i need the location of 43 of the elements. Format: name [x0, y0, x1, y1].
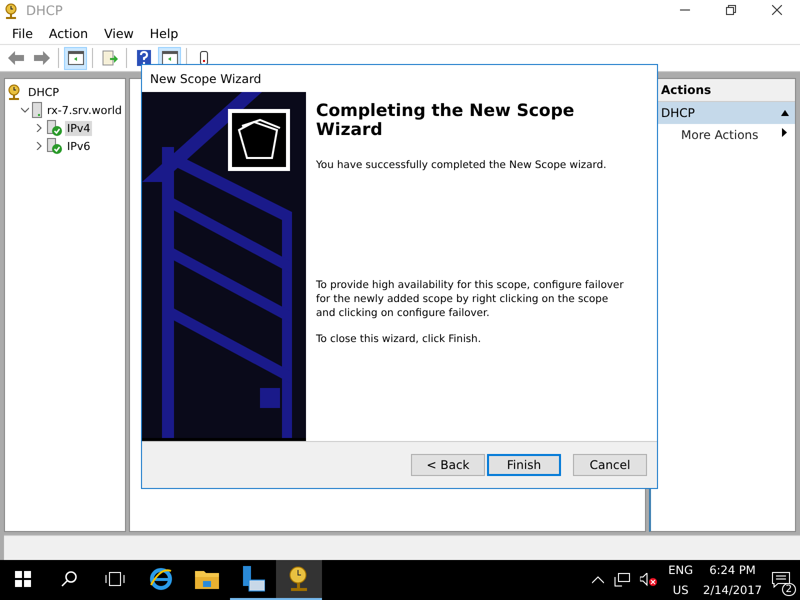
taskbar-app[interactable] — [276, 560, 322, 600]
tree-item[interactable]: IPv6 — [65, 138, 92, 154]
wizard-text: You have successfully completed the New Scope wizard. — [316, 158, 608, 172]
menu-item[interactable]: File — [4, 26, 41, 40]
network-icon[interactable] — [614, 573, 630, 587]
menu-item[interactable]: Action — [40, 26, 96, 40]
wizard-text: To provide high availability for this scope, configure failover for the newly added scope by right clicking on the scope and clicking on configure failover. — [316, 278, 625, 320]
language-indicator[interactable]: US — [672, 580, 688, 600]
server-icon — [32, 102, 42, 118]
menu-item[interactable]: Help — [142, 26, 186, 40]
dialog-button[interactable]: Finish — [487, 454, 561, 476]
chevron-up-icon[interactable] — [592, 576, 604, 584]
browser-icon — [149, 567, 173, 591]
tree-item[interactable]: rx-7.srv.world — [45, 102, 124, 118]
folder-icon — [195, 569, 219, 589]
forward-arrow-icon — [34, 51, 50, 65]
wizard-heading: Completing the New Scope Wizard — [316, 102, 576, 140]
server-check-icon — [46, 120, 62, 136]
language-indicator[interactable]: ENG — [668, 560, 694, 580]
collapsed-chevron-icon[interactable] — [35, 124, 43, 132]
dialog-button[interactable]: Cancel — [573, 454, 647, 476]
back-arrow-icon — [8, 51, 24, 65]
expanded-chevron-icon[interactable] — [21, 106, 29, 114]
export-list-icon — [102, 50, 118, 66]
menu-item[interactable]: View — [96, 26, 142, 40]
dialog-button[interactable]: < Back — [411, 454, 485, 476]
submenu-triangle-icon — [782, 128, 787, 137]
server-check-icon — [46, 138, 62, 154]
collapsed-chevron-icon[interactable] — [35, 142, 43, 150]
speaker-muted-icon[interactable] — [640, 573, 658, 587]
collapse-triangle-icon[interactable] — [781, 110, 789, 116]
notification-count: 2 — [782, 583, 796, 596]
pane-icon — [68, 51, 84, 65]
clock-date[interactable]: 2/14/2017 — [703, 580, 762, 600]
tree-item[interactable]: IPv4 — [65, 120, 92, 136]
toolbar-button[interactable] — [64, 46, 87, 70]
tree-item[interactable]: DHCP — [26, 84, 62, 100]
action-item[interactable]: More Actions — [651, 124, 795, 146]
server-toolbox-icon — [241, 566, 265, 592]
dialog-title: New Scope Wizard — [149, 70, 262, 88]
wizard-text: To close this wizard, click Finish. — [316, 332, 482, 346]
clock-time[interactable]: 6:24 PM — [709, 560, 756, 580]
window-title: DHCP — [26, 4, 63, 18]
